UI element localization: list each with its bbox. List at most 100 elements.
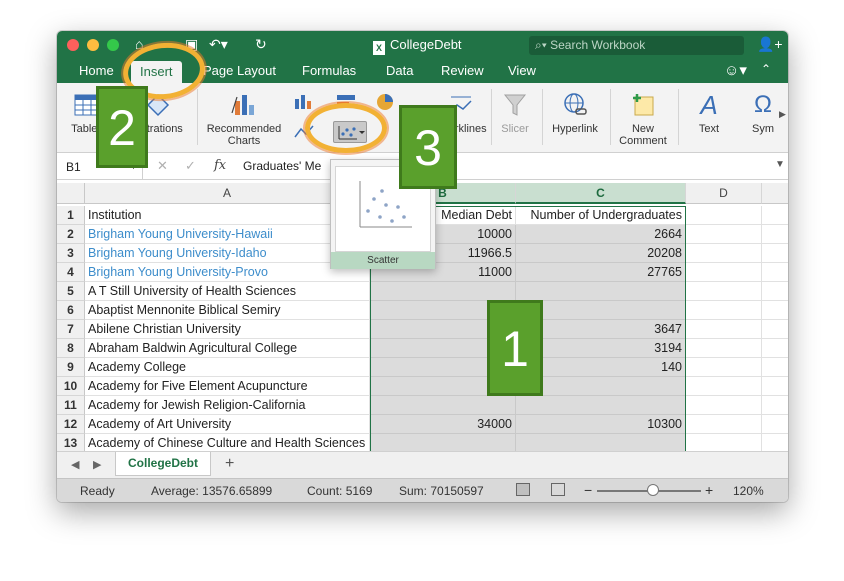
cell-e13[interactable] — [762, 434, 788, 451]
cell-e6[interactable] — [762, 301, 788, 320]
row-header[interactable]: 9 — [57, 358, 85, 377]
cell-a4[interactable]: Brigham Young University-Provo — [85, 263, 370, 282]
cell-b12[interactable]: 34000 — [370, 415, 516, 434]
row-header[interactable]: 6 — [57, 301, 85, 320]
cell-d4[interactable] — [686, 263, 762, 282]
row-header[interactable]: 10 — [57, 377, 85, 396]
row-header[interactable]: 8 — [57, 339, 85, 358]
cell-e1[interactable] — [762, 206, 788, 225]
tab-home[interactable]: Home — [79, 63, 114, 78]
cell-b5[interactable] — [370, 282, 516, 301]
insert-function-button[interactable]: fx — [214, 158, 226, 173]
cell-a13[interactable]: Academy of Chinese Culture and Health Sc… — [85, 434, 370, 451]
cell-a6[interactable]: Abaptist Mennonite Biblical Semiry — [85, 301, 370, 320]
recommended-charts-button[interactable]: Recommended Charts — [203, 91, 285, 147]
cell-b13[interactable] — [370, 434, 516, 451]
tab-page-layout[interactable]: Page Layout — [203, 63, 276, 78]
cell-d3[interactable] — [686, 244, 762, 263]
search-workbook-input[interactable]: ⌕▾ Search Workbook — [529, 36, 744, 55]
zoom-in-icon[interactable]: + — [705, 482, 713, 498]
cell-e3[interactable] — [762, 244, 788, 263]
cell-d2[interactable] — [686, 225, 762, 244]
cell-a8[interactable]: Abraham Baldwin Agricultural College — [85, 339, 370, 358]
cell-e7[interactable] — [762, 320, 788, 339]
row-header[interactable]: 7 — [57, 320, 85, 339]
cell-e11[interactable] — [762, 396, 788, 415]
cell-a7[interactable]: Abilene Christian University — [85, 320, 370, 339]
cell-d12[interactable] — [686, 415, 762, 434]
cell-c2[interactable]: 2664 — [516, 225, 686, 244]
collapse-ribbon-icon[interactable]: ⌃ — [761, 62, 771, 76]
maximize-window-button[interactable] — [107, 39, 119, 51]
formula-content[interactable]: Graduates' Me — [243, 159, 321, 173]
enter-formula-icon[interactable]: ✓ — [185, 158, 196, 174]
scatter-label[interactable]: Scatter — [331, 252, 435, 269]
cell-a5[interactable]: A T Still University of Health Sciences — [85, 282, 370, 301]
cell-d9[interactable] — [686, 358, 762, 377]
cell-d7[interactable] — [686, 320, 762, 339]
close-window-button[interactable] — [67, 39, 79, 51]
row-header[interactable]: 5 — [57, 282, 85, 301]
cell-d5[interactable] — [686, 282, 762, 301]
cell-c13[interactable] — [516, 434, 686, 451]
add-sheet-icon[interactable]: + — [225, 455, 234, 473]
cell-a2[interactable]: Brigham Young University-Hawaii — [85, 225, 370, 244]
column-header-e[interactable] — [762, 183, 788, 204]
share-person-icon[interactable]: 👤+ — [757, 36, 783, 53]
cell-d13[interactable] — [686, 434, 762, 451]
row-header[interactable]: 2 — [57, 225, 85, 244]
new-comment-button[interactable]: New Comment — [615, 91, 671, 147]
cell-c3[interactable]: 20208 — [516, 244, 686, 263]
slicer-button[interactable]: Slicer — [493, 91, 537, 135]
cell-d10[interactable] — [686, 377, 762, 396]
tab-data[interactable]: Data — [386, 63, 413, 78]
minimize-window-button[interactable] — [87, 39, 99, 51]
sheet-tab-collegedebt[interactable]: CollegeDebt — [115, 452, 211, 476]
prev-sheet-icon[interactable]: ◀ — [71, 458, 79, 471]
undo-icon[interactable]: ↶▾ — [209, 35, 228, 53]
cell-d11[interactable] — [686, 396, 762, 415]
cell-e5[interactable] — [762, 282, 788, 301]
expand-formula-icon[interactable]: ▼ — [775, 159, 785, 170]
hyperlink-button[interactable]: Hyperlink — [547, 91, 603, 135]
cell-c11[interactable] — [516, 396, 686, 415]
column-header-c[interactable]: C — [516, 183, 686, 204]
select-all-corner[interactable] — [57, 183, 85, 204]
page-layout-view-icon[interactable] — [551, 483, 565, 496]
cell-a12[interactable]: Academy of Art University — [85, 415, 370, 434]
cell-e9[interactable] — [762, 358, 788, 377]
row-header[interactable]: 4 — [57, 263, 85, 282]
cell-c4[interactable]: 27765 — [516, 263, 686, 282]
column-header-a[interactable]: A — [85, 183, 370, 204]
row-header[interactable]: 3 — [57, 244, 85, 263]
cell-e4[interactable] — [762, 263, 788, 282]
column-header-d[interactable]: D — [686, 183, 762, 204]
cell-c12[interactable]: 10300 — [516, 415, 686, 434]
cell-d8[interactable] — [686, 339, 762, 358]
cell-e2[interactable] — [762, 225, 788, 244]
row-header[interactable]: 13 — [57, 434, 85, 451]
cell-e8[interactable] — [762, 339, 788, 358]
cell-d1[interactable] — [686, 206, 762, 225]
tab-formulas[interactable]: Formulas — [302, 63, 356, 78]
cell-a10[interactable]: Academy for Five Element Acupuncture — [85, 377, 370, 396]
pie-chart-icon[interactable] — [375, 93, 395, 111]
cell-a3[interactable]: Brigham Young University-Idaho — [85, 244, 370, 263]
symbols-button[interactable]: Ω Sym — [745, 91, 781, 135]
cell-e10[interactable] — [762, 377, 788, 396]
row-header[interactable]: 11 — [57, 396, 85, 415]
next-sheet-icon[interactable]: ▶ — [93, 458, 101, 471]
cell-a9[interactable]: Academy College — [85, 358, 370, 377]
normal-view-icon[interactable] — [516, 483, 530, 496]
column-chart-icon[interactable] — [293, 93, 315, 111]
row-header[interactable]: 12 — [57, 415, 85, 434]
zoom-slider-handle[interactable] — [647, 484, 659, 496]
tab-view[interactable]: View — [508, 63, 536, 78]
cell-d6[interactable] — [686, 301, 762, 320]
cell-a11[interactable]: Academy for Jewish Religion-California — [85, 396, 370, 415]
cell-e12[interactable] — [762, 415, 788, 434]
cell-c5[interactable] — [516, 282, 686, 301]
feedback-smiley-icon[interactable]: ☺▾ — [724, 61, 747, 79]
redo-icon[interactable]: ↻ — [255, 35, 267, 53]
tab-review[interactable]: Review — [441, 63, 484, 78]
